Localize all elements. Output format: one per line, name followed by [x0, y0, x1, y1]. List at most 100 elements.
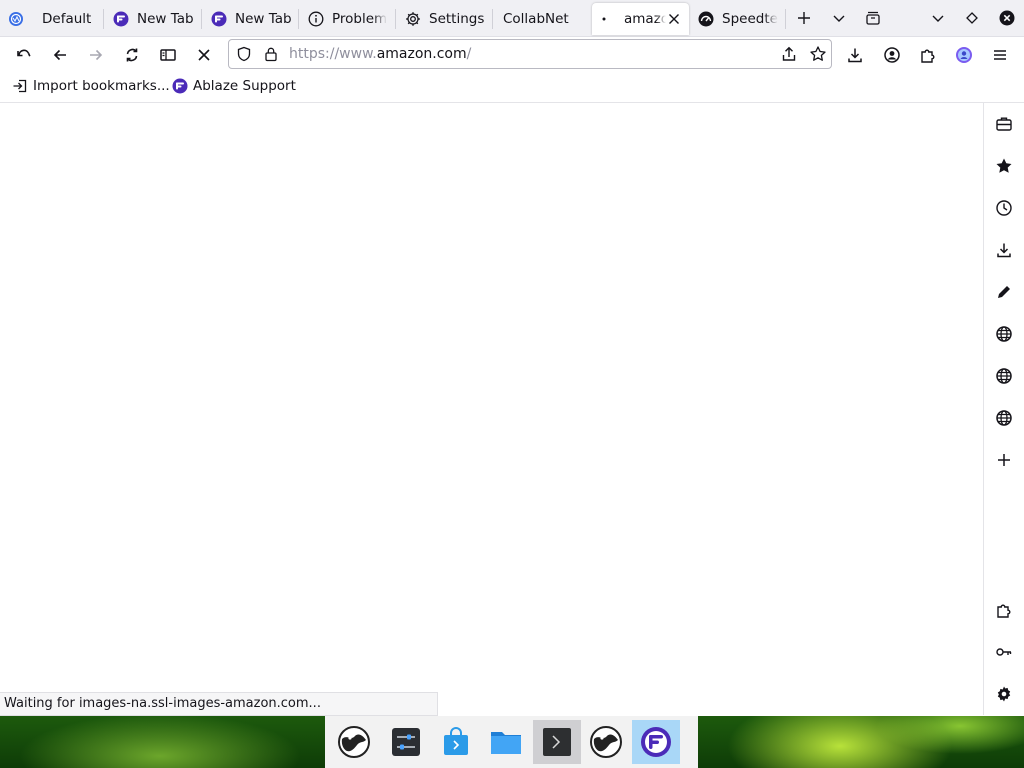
downloads-button[interactable]: [840, 40, 870, 70]
tab-collabnet[interactable]: CollabNet: [494, 3, 590, 35]
mixer-icon: [392, 728, 420, 756]
sidebar-toggle-button[interactable]: [153, 40, 183, 70]
tab-new-tab-2[interactable]: New Tab: [203, 3, 299, 35]
globe-icon: [996, 410, 1012, 426]
share-icon[interactable]: [780, 45, 798, 67]
diamond-icon: [966, 12, 978, 24]
forward-button[interactable]: [81, 40, 111, 70]
lock-icon[interactable]: [263, 46, 279, 66]
undo-icon: [17, 49, 31, 57]
app-menu-button[interactable]: [985, 40, 1015, 70]
folder-icon: [491, 732, 521, 754]
star-icon: [996, 158, 1012, 173]
sidebar-bookmarks-button[interactable]: [992, 154, 1016, 178]
tab-strip: Default New Tab New Tab Problem Settings…: [0, 0, 1024, 37]
url-suffix: /: [466, 46, 472, 62]
bookmark-ablaze-support[interactable]: Ablaze Support: [172, 78, 296, 94]
gear-icon: [997, 686, 1011, 702]
ablaze-logo-icon: [211, 11, 227, 27]
new-tab-button[interactable]: [790, 4, 818, 32]
sidebar-passwords-button[interactable]: [992, 640, 1016, 664]
dock-app-browser-2[interactable]: [585, 720, 627, 764]
dock-app-terminal[interactable]: [533, 720, 581, 764]
reload-button[interactable]: [117, 40, 147, 70]
tab-amazon-active[interactable]: amazo: [592, 3, 689, 35]
plus-icon: [798, 12, 810, 24]
sidebar-settings-button[interactable]: [992, 682, 1016, 706]
list-all-tabs-button[interactable]: [825, 4, 853, 32]
globe-bird-icon: [590, 726, 622, 758]
tab-label: New Tab: [235, 11, 291, 27]
url-text[interactable]: https://www.amazon.com/: [289, 46, 471, 62]
globe-icon: [996, 368, 1012, 384]
status-panel: Waiting for images-na.ssl-images-amazon.…: [0, 692, 438, 716]
profile-avatar-icon: [956, 47, 972, 63]
tab-new-tab-1[interactable]: New Tab: [105, 3, 202, 35]
undo-close-tab-button[interactable]: [9, 40, 39, 70]
sidebar-icon: [160, 49, 176, 61]
info-icon: [308, 11, 324, 27]
sidebar-web-panel-1[interactable]: [992, 322, 1016, 346]
back-button[interactable]: [45, 40, 75, 70]
puzzle-icon: [921, 49, 935, 63]
sidebar-add-panel-button[interactable]: [992, 448, 1016, 472]
extensions-button[interactable]: [913, 40, 943, 70]
dock-app-browser-1[interactable]: [333, 720, 375, 764]
dock-app-files[interactable]: [485, 720, 527, 764]
sidebar-web-panel-3[interactable]: [992, 406, 1016, 430]
tab-settings[interactable]: Settings: [397, 3, 493, 35]
dock-app-store[interactable]: [435, 720, 477, 764]
pencil-icon: [998, 286, 1010, 298]
right-sidebar: [983, 103, 1024, 715]
terminal-icon: [543, 728, 571, 756]
sidebar-toolbox-button[interactable]: [992, 112, 1016, 136]
arrow-left-icon: [53, 49, 66, 61]
close-icon: [198, 49, 210, 61]
import-icon: [12, 78, 28, 94]
sidebar-extensions-button[interactable]: [992, 598, 1016, 622]
tab-label: amazo: [624, 11, 666, 27]
speedtest-icon: [698, 11, 714, 27]
dock-app-settings-mixer[interactable]: [385, 720, 427, 764]
plus-icon: [998, 454, 1010, 466]
bookmark-label: Ablaze Support: [193, 78, 296, 94]
sidebar-web-panel-2[interactable]: [992, 364, 1016, 388]
page-content-blank[interactable]: [0, 103, 983, 715]
ablaze-logo-icon: [641, 727, 671, 757]
tab-problem[interactable]: Problem: [300, 3, 396, 35]
window-minimize-button[interactable]: [924, 4, 952, 32]
browser-logo-icon: [8, 11, 24, 27]
loading-dot-icon: [600, 11, 616, 27]
gear-icon: [405, 11, 421, 27]
tab-label: New Tab: [137, 11, 194, 27]
key-icon: [996, 648, 1012, 656]
bookmark-star-icon[interactable]: [809, 45, 827, 67]
bookmark-label: Import bookmarks...: [33, 78, 170, 94]
shield-icon[interactable]: [236, 46, 252, 66]
window-close-button[interactable]: [993, 4, 1021, 32]
profile-button[interactable]: [949, 40, 979, 70]
tab-groups-button[interactable]: [859, 4, 887, 32]
ablaze-logo-icon: [172, 78, 188, 94]
close-tab-icon[interactable]: [667, 12, 681, 26]
status-text: Waiting for images-na.ssl-images-amazon.…: [4, 696, 321, 711]
store-bag-icon: [444, 727, 468, 755]
close-icon: [999, 10, 1015, 26]
window-maximize-button[interactable]: [958, 4, 986, 32]
archive-icon: [866, 11, 880, 25]
tab-speedtest[interactable]: Speedtes: [690, 3, 786, 35]
tab-label: Problem: [332, 11, 388, 27]
tab-label: Speedtes: [722, 11, 778, 27]
dock-app-ablaze-floorp[interactable]: [632, 720, 680, 764]
tab-default[interactable]: Default: [0, 3, 104, 35]
tab-label: Default: [42, 11, 92, 27]
stop-loading-button[interactable]: [189, 40, 219, 70]
globe-bird-icon: [338, 726, 370, 758]
sidebar-downloads-button[interactable]: [992, 238, 1016, 262]
bookmark-import[interactable]: Import bookmarks...: [12, 78, 170, 94]
sidebar-history-button[interactable]: [992, 196, 1016, 220]
ablaze-logo-icon: [113, 11, 129, 27]
account-button[interactable]: [877, 40, 907, 70]
address-bar[interactable]: https://www.amazon.com/: [228, 39, 832, 69]
sidebar-notes-button[interactable]: [992, 280, 1016, 304]
